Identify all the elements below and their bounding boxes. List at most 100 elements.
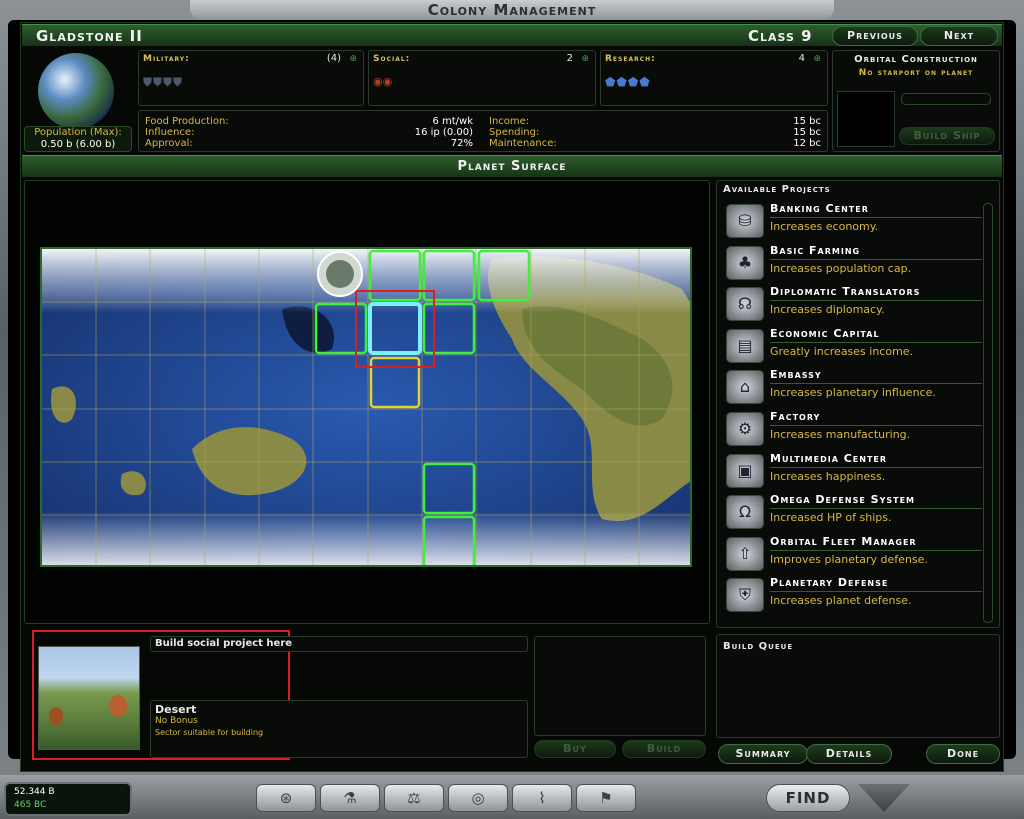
social-label: Social: bbox=[373, 54, 411, 64]
project-divider bbox=[770, 217, 982, 218]
project-desc: Greatly increases income. bbox=[770, 344, 914, 358]
population-value: 0.50 b (6.00 b) bbox=[40, 139, 116, 150]
project-item[interactable]: ⌂ Embassy Increases planetary influence. bbox=[726, 368, 982, 406]
empire-status: 52.344 B 465 BC bbox=[4, 782, 132, 816]
project-item[interactable]: Ω Omega Defense System Increased HP of shi… bbox=[726, 493, 982, 531]
project-desc: Increases planet defense. bbox=[770, 594, 912, 608]
summary-button[interactable]: Summary bbox=[718, 744, 808, 764]
bank-icon: ⛁ bbox=[726, 204, 764, 238]
surface-title: Planet Surface bbox=[22, 155, 1002, 177]
orbital-title: Orbital Construction bbox=[854, 54, 978, 65]
project-divider bbox=[770, 341, 982, 343]
terrain-image bbox=[38, 646, 140, 750]
previous-button[interactable]: Previous bbox=[832, 26, 918, 46]
empire-population: 52.344 B bbox=[14, 787, 55, 797]
project-desc: Increased HP of ships. bbox=[770, 511, 892, 525]
social-panel: Social: 2 ⊕ ◉◉ bbox=[368, 50, 596, 106]
military-value: (4) bbox=[326, 53, 341, 64]
military-info-icon[interactable]: ⊕ bbox=[349, 54, 357, 64]
social-value: 2 bbox=[566, 53, 573, 64]
project-name: Orbital Fleet Manager bbox=[770, 534, 917, 548]
project-desc: Improves planetary defense. bbox=[770, 552, 928, 566]
project-item[interactable]: ⛁ Banking Center Increases economy. bbox=[726, 202, 982, 240]
project-desc: Increases manufacturing. bbox=[770, 428, 911, 441]
food-value: 6 mt/wk bbox=[432, 116, 473, 127]
projects-scrollbar[interactable] bbox=[983, 203, 993, 623]
policy-tool-icon[interactable]: ⚖ bbox=[384, 784, 444, 812]
tile-bonus: No Bonus bbox=[155, 716, 198, 726]
charts-tool-icon[interactable]: ⌇ bbox=[512, 784, 572, 812]
planets-tool-icon[interactable]: ◎ bbox=[448, 784, 508, 812]
project-name: Economic Capital bbox=[770, 326, 880, 340]
fleet-icon: ⇧ bbox=[726, 536, 764, 571]
project-item[interactable]: ⇧ Orbital Fleet Manager Improves planetary… bbox=[726, 535, 982, 573]
translator-icon: ☊ bbox=[726, 287, 764, 322]
embassy-icon: ⌂ bbox=[726, 370, 764, 405]
planet-map[interactable] bbox=[40, 247, 692, 567]
maintenance-value: 12 bc bbox=[793, 138, 821, 149]
project-desc: Increases happiness. bbox=[770, 469, 886, 483]
media-icon: ▣ bbox=[726, 453, 764, 488]
project-item[interactable]: ▣ Multimedia Center Increases happiness. bbox=[726, 452, 982, 490]
planet-class: Class 9 bbox=[748, 27, 813, 45]
project-name: Banking Center bbox=[770, 202, 869, 215]
find-button[interactable]: FIND bbox=[766, 784, 850, 812]
stats-panel: Food Production: Influence: Approval: 6 … bbox=[138, 110, 828, 152]
build-button[interactable]: Build bbox=[622, 740, 706, 758]
project-divider bbox=[770, 549, 982, 551]
project-desc: Increases population cap. bbox=[770, 261, 912, 275]
project-name: Embassy bbox=[770, 368, 822, 382]
tile-heading: Build social project here bbox=[155, 638, 293, 649]
project-divider bbox=[770, 508, 982, 510]
defense-icon: ⛨ bbox=[726, 578, 764, 613]
orbital-message: No starport on planet bbox=[858, 68, 974, 78]
build-ship-button[interactable]: Build Ship bbox=[899, 127, 995, 145]
empire-credits: 465 BC bbox=[14, 800, 47, 810]
social-info-icon[interactable]: ⊕ bbox=[581, 54, 589, 64]
influence-label: Influence: bbox=[145, 127, 195, 138]
military-label: Military: bbox=[143, 54, 190, 64]
capital-icon: ▤ bbox=[726, 328, 764, 363]
desert-flora bbox=[49, 707, 63, 725]
galaxy-tool-icon[interactable]: ⊛ bbox=[256, 784, 316, 812]
build-queue-panel: Build Queue bbox=[716, 634, 1000, 738]
details-button[interactable]: Details bbox=[806, 744, 892, 764]
planet-map-svg bbox=[42, 249, 690, 565]
omega-icon: Ω bbox=[726, 495, 764, 530]
military-shield-icons: ⛊⛊⛊⛊ bbox=[143, 75, 184, 89]
influence-value: 16 ip (0.00) bbox=[414, 127, 473, 138]
population-box: Population (Max): 0.50 b (6.00 b) bbox=[24, 126, 132, 152]
research-panel: Research: 4 ⊕ ⬟⬟⬟⬟ bbox=[600, 50, 828, 106]
population-label: Population (Max): bbox=[34, 127, 122, 138]
next-button[interactable]: Next bbox=[920, 26, 998, 46]
tile-heading-bar: Build social project here bbox=[150, 636, 528, 652]
projects-title: Available Projects bbox=[723, 184, 831, 195]
research-value: 4 bbox=[798, 53, 805, 64]
project-divider bbox=[770, 591, 982, 593]
project-name: Planetary Defense bbox=[770, 576, 889, 590]
buy-button[interactable]: Buy bbox=[534, 740, 616, 758]
project-name: Factory bbox=[770, 410, 821, 423]
food-label: Food Production: bbox=[145, 116, 229, 127]
project-item[interactable]: ♣ Basic Farming Increases population cap. bbox=[726, 244, 982, 282]
diplomacy-tool-icon[interactable]: ⚑ bbox=[576, 784, 636, 812]
research-info-icon[interactable]: ⊕ bbox=[813, 54, 821, 64]
build-preview bbox=[534, 636, 706, 736]
orbital-panel: Orbital Construction No starport on plan… bbox=[832, 50, 1000, 152]
research-tool-icon[interactable]: ⚗ bbox=[320, 784, 380, 812]
project-item[interactable]: ⛨ Planetary Defense Increases planet defen… bbox=[726, 576, 982, 614]
spending-value: 15 bc bbox=[793, 127, 821, 138]
project-name: Diplomatic Translators bbox=[770, 285, 921, 299]
project-item[interactable]: ▤ Economic Capital Greatly increases incom… bbox=[726, 327, 982, 365]
project-name: Basic Farming bbox=[770, 243, 861, 257]
project-desc: Increases economy. bbox=[770, 220, 879, 233]
military-panel: Military: (4) ⊕ ⛊⛊⛊⛊ bbox=[138, 50, 364, 106]
maintenance-label: Maintenance: bbox=[489, 138, 557, 149]
project-item[interactable]: ☊ Diplomatic Translators Increases diploma… bbox=[726, 285, 982, 323]
done-button[interactable]: Done bbox=[926, 744, 1000, 764]
project-divider bbox=[770, 300, 982, 302]
approval-value: 72% bbox=[450, 138, 473, 149]
project-item[interactable]: ⚙ Factory Increases manufacturing. bbox=[726, 410, 982, 448]
build-queue-title: Build Queue bbox=[723, 641, 794, 652]
spending-label: Spending: bbox=[489, 127, 540, 138]
